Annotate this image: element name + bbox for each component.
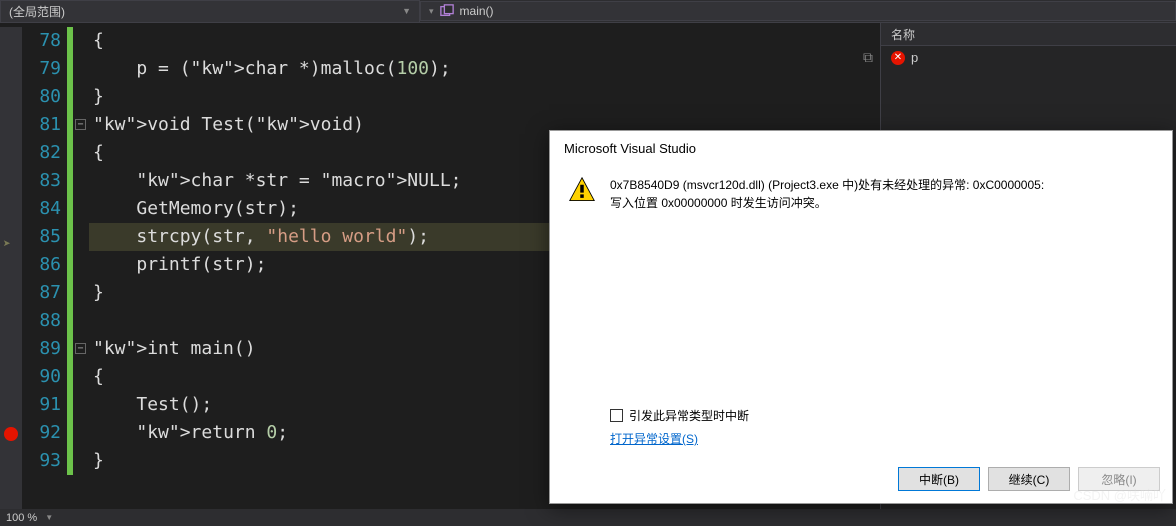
checkbox-icon <box>610 409 623 422</box>
open-exception-settings-link[interactable]: 打开异常设置(S) <box>610 430 1152 447</box>
current-line-indicator: ➤ <box>3 231 11 259</box>
line-number: 82 <box>22 139 61 167</box>
line-number: 91 <box>22 391 61 419</box>
function-dropdown[interactable]: ▾ main() <box>420 1 1176 21</box>
watch-row[interactable]: ✕ p <box>881 46 1176 69</box>
watch-header-name[interactable]: 名称 <box>881 23 1176 46</box>
chevron-down-icon[interactable]: ▼ <box>45 513 53 522</box>
line-number-gutter: 78798081828384858687888990919293 <box>22 27 67 509</box>
checkbox-label: 引发此异常类型时中断 <box>629 407 749 424</box>
code-line[interactable]: { <box>89 27 880 55</box>
chevron-down-icon: ▼ <box>402 6 411 16</box>
line-number: 78 <box>22 27 61 55</box>
error-icon: ✕ <box>891 51 905 65</box>
break-on-exception-checkbox[interactable]: 引发此异常类型时中断 <box>610 407 1152 424</box>
breakpoint-icon[interactable] <box>4 427 18 441</box>
navigation-bar: (全局范围) ▼ ▾ main() <box>0 0 1176 23</box>
line-number: 90 <box>22 363 61 391</box>
line-number: 88 <box>22 307 61 335</box>
code-line[interactable]: p = ("kw">char *)malloc(100); <box>89 55 880 83</box>
function-icon <box>440 5 454 17</box>
line-number: 87 <box>22 279 61 307</box>
line-number: 80 <box>22 83 61 111</box>
dialog-message: 0x7B8540D9 (msvcr120d.dll) (Project3.exe… <box>610 176 1154 391</box>
line-number: 86 <box>22 251 61 279</box>
line-number: 79 <box>22 55 61 83</box>
scope-label: (全局范围) <box>9 3 65 20</box>
zoom-level[interactable]: 100 % <box>6 512 37 524</box>
exception-dialog: Microsoft Visual Studio 0x7B8540D9 (msvc… <box>549 130 1173 504</box>
fold-toggle-icon[interactable]: − <box>75 119 86 130</box>
line-number: 93 <box>22 447 61 475</box>
break-button[interactable]: 中断(B) <box>898 467 980 491</box>
continue-button[interactable]: 继续(C) <box>988 467 1070 491</box>
line-number: 81 <box>22 111 61 139</box>
chevron-down-icon: ▾ <box>429 6 434 17</box>
fold-toggle-icon[interactable]: − <box>75 343 86 354</box>
dialog-title: Microsoft Visual Studio <box>550 131 1172 162</box>
status-bar: 100 % ▼ <box>0 509 1176 526</box>
breakpoint-margin[interactable]: ➤ <box>0 27 22 509</box>
dialog-message-line1: 0x7B8540D9 (msvcr120d.dll) (Project3.exe… <box>610 176 1154 194</box>
fold-column[interactable]: −− <box>73 27 89 509</box>
line-number: 89 <box>22 335 61 363</box>
line-number: 85 <box>22 223 61 251</box>
line-number: 84 <box>22 195 61 223</box>
watch-variable-name: p <box>911 50 918 65</box>
line-number: 83 <box>22 167 61 195</box>
code-line[interactable]: } <box>89 83 880 111</box>
dialog-message-line2: 写入位置 0x00000000 时发生访问冲突。 <box>610 194 1154 212</box>
function-label: main() <box>460 4 494 18</box>
scope-dropdown[interactable]: (全局范围) ▼ <box>0 0 420 23</box>
line-number: 92 <box>22 419 61 447</box>
ignore-button[interactable]: 忽略(I) <box>1078 467 1160 491</box>
warning-icon <box>568 176 596 204</box>
